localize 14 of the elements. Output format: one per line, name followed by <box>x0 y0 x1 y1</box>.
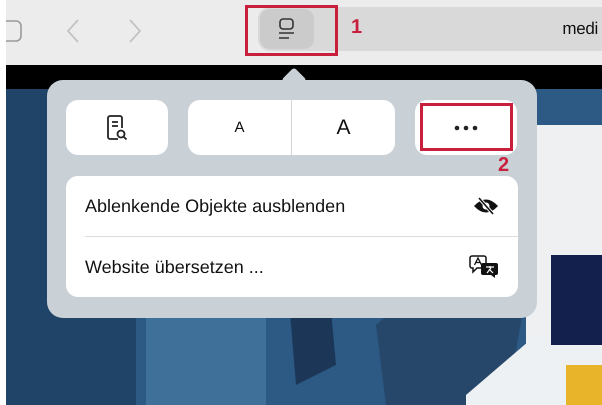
document-search-icon <box>106 114 128 142</box>
address-text: medi <box>562 18 598 38</box>
font-size-button[interactable]: A <box>291 100 395 155</box>
eye-slash-icon <box>473 197 499 215</box>
reader-view-button[interactable] <box>66 100 168 155</box>
menu-item[interactable]: Website übersetzen ... <box>85 236 518 297</box>
reader-icon <box>278 18 296 40</box>
translate-icon <box>469 255 499 279</box>
reader-button[interactable] <box>260 8 314 48</box>
menu-item[interactable]: Ablenkende Objekte ausblenden <box>85 176 518 236</box>
font-size-button[interactable]: A <box>188 100 291 155</box>
annotation-number: 1 <box>351 16 362 39</box>
annotation-number: 2 <box>498 154 510 177</box>
more-icon <box>454 124 478 130</box>
